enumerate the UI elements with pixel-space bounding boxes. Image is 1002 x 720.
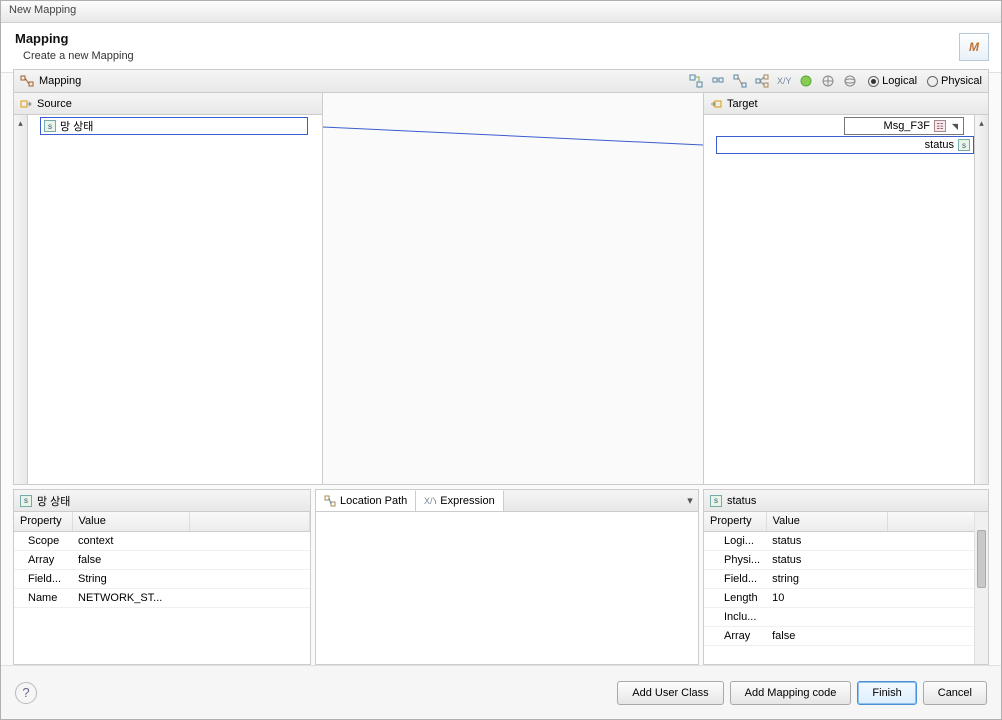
source-expand-gutter[interactable]: ▴: [14, 115, 28, 484]
expression-tab-label: Expression: [440, 495, 494, 507]
target-root-label: Msg_F3F: [884, 120, 930, 132]
expression-icon: X/Y: [424, 495, 436, 507]
globe-1-icon[interactable]: [820, 73, 836, 89]
col-value[interactable]: Value: [766, 512, 887, 531]
mapping-bar-title: Mapping: [39, 75, 81, 87]
tree-expand-icon[interactable]: [688, 73, 704, 89]
string-type-icon: s: [20, 495, 32, 507]
mapping-canvas[interactable]: [323, 93, 703, 485]
svg-text:X/Y: X/Y: [777, 76, 791, 86]
mapping-icon: M: [959, 33, 989, 61]
globe-2-icon[interactable]: [842, 73, 858, 89]
target-node-label: status: [925, 139, 954, 151]
target-node[interactable]: status s: [716, 136, 974, 154]
target-expand-gutter[interactable]: ▴: [974, 115, 988, 484]
connection-line: [323, 93, 703, 484]
window-title: New Mapping: [9, 4, 76, 16]
scrollbar-thumb[interactable]: [977, 530, 986, 588]
left-props-panel: s 망 상태 Property Value Scopecontext Array…: [13, 489, 311, 665]
right-props-table: Property Value Logi...status Physi...sta…: [704, 512, 988, 646]
source-title: Source: [37, 98, 72, 110]
left-props-header: s 망 상태: [14, 490, 310, 512]
left-props-table: Property Value Scopecontext Arrayfalse F…: [14, 512, 310, 608]
col-property[interactable]: Property: [14, 512, 72, 531]
location-path-icon: [324, 495, 336, 507]
table-row[interactable]: Field...String: [14, 569, 310, 588]
logical-label: Logical: [882, 75, 917, 87]
left-props-title: 망 상태: [37, 493, 70, 509]
expression-panel: Location Path X/Y Expression ▾: [315, 489, 699, 665]
header-text: Mapping Create a new Mapping: [15, 31, 134, 62]
target-body: ▴ Msg_F3F ☷ ◥ status s: [704, 115, 988, 484]
view-mode-physical[interactable]: Physical: [927, 75, 982, 87]
target-header: Target: [704, 93, 988, 115]
string-type-icon: s: [44, 120, 56, 132]
help-button[interactable]: ?: [15, 682, 37, 704]
tree-link-icon[interactable]: [732, 73, 748, 89]
target-panel: Target ▴ Msg_F3F ☷ ◥ status s: [703, 93, 989, 485]
source-panel: Source ▴ s 망 상태: [13, 93, 323, 485]
target-arrow-icon: [710, 98, 722, 110]
table-row[interactable]: Arrayfalse: [704, 626, 988, 645]
tab-location-path[interactable]: Location Path: [316, 490, 416, 511]
string-type-icon: s: [958, 139, 970, 151]
xy-icon[interactable]: X/Y: [776, 73, 792, 89]
table-row[interactable]: Scopecontext: [14, 531, 310, 550]
dialog-window: New Mapping Mapping Create a new Mapping…: [0, 0, 1002, 720]
tab-expression[interactable]: X/Y Expression: [416, 490, 503, 511]
radio-icon: [868, 76, 879, 87]
table-row[interactable]: Physi...status: [704, 550, 988, 569]
table-row[interactable]: NameNETWORK_ST...: [14, 588, 310, 607]
table-row[interactable]: Field...string: [704, 569, 988, 588]
toolbar-actions: X/Y Logical Physical: [688, 73, 982, 89]
expression-tabs: Location Path X/Y Expression ▾: [316, 490, 698, 512]
table-row[interactable]: Inclu...: [704, 607, 988, 626]
tree-nav-icon[interactable]: [710, 73, 726, 89]
add-user-class-button[interactable]: Add User Class: [617, 681, 723, 705]
col-property[interactable]: Property: [704, 512, 766, 531]
col-value[interactable]: Value: [72, 512, 190, 531]
target-title: Target: [727, 98, 758, 110]
bottom-split: s 망 상태 Property Value Scopecontext Array…: [13, 489, 989, 665]
location-tab-label: Location Path: [340, 495, 407, 507]
finish-button[interactable]: Finish: [857, 681, 916, 705]
table-row[interactable]: Length10: [704, 588, 988, 607]
target-root-node[interactable]: Msg_F3F ☷ ◥: [844, 117, 964, 135]
radio-icon: [927, 76, 938, 87]
view-mode-logical[interactable]: Logical: [868, 75, 917, 87]
globe-green-icon[interactable]: [798, 73, 814, 89]
add-mapping-code-button[interactable]: Add Mapping code: [730, 681, 852, 705]
svg-text:X/Y: X/Y: [424, 496, 436, 506]
page-subtitle: Create a new Mapping: [15, 50, 134, 62]
table-row[interactable]: Logi...status: [704, 531, 988, 550]
string-type-icon: s: [710, 495, 722, 507]
mapping-toolbar: Mapping X/Y Logical Physical: [13, 69, 989, 93]
tree-branch-icon[interactable]: [754, 73, 770, 89]
mapping-bar-icon: [20, 74, 34, 88]
content-area: Mapping X/Y Logical Physical: [13, 69, 989, 665]
source-body: ▴ s 망 상태: [14, 115, 322, 484]
table-row[interactable]: Arrayfalse: [14, 550, 310, 569]
scrollbar[interactable]: [974, 512, 988, 664]
dialog-header: Mapping Create a new Mapping M: [1, 23, 1001, 73]
physical-label: Physical: [941, 75, 982, 87]
right-props-title: status: [727, 495, 756, 507]
source-header: Source: [14, 93, 322, 115]
source-node[interactable]: s 망 상태: [40, 117, 308, 135]
window-titlebar: New Mapping: [1, 1, 1001, 23]
main-split: Source ▴ s 망 상태 Target: [13, 93, 989, 485]
dialog-footer: ? Add User Class Add Mapping code Finish…: [1, 665, 1001, 719]
tab-menu-dropdown[interactable]: ▾: [682, 494, 698, 507]
source-node-label: 망 상태: [60, 118, 93, 134]
chevron-marker-icon: ◥: [950, 121, 960, 131]
right-props-header: s status: [704, 490, 988, 512]
source-arrow-icon: [20, 98, 32, 110]
right-props-panel: s status Property Value Logi...status Ph…: [703, 489, 989, 665]
cancel-button[interactable]: Cancel: [923, 681, 987, 705]
message-type-icon: ☷: [934, 120, 946, 132]
page-title: Mapping: [15, 31, 134, 46]
